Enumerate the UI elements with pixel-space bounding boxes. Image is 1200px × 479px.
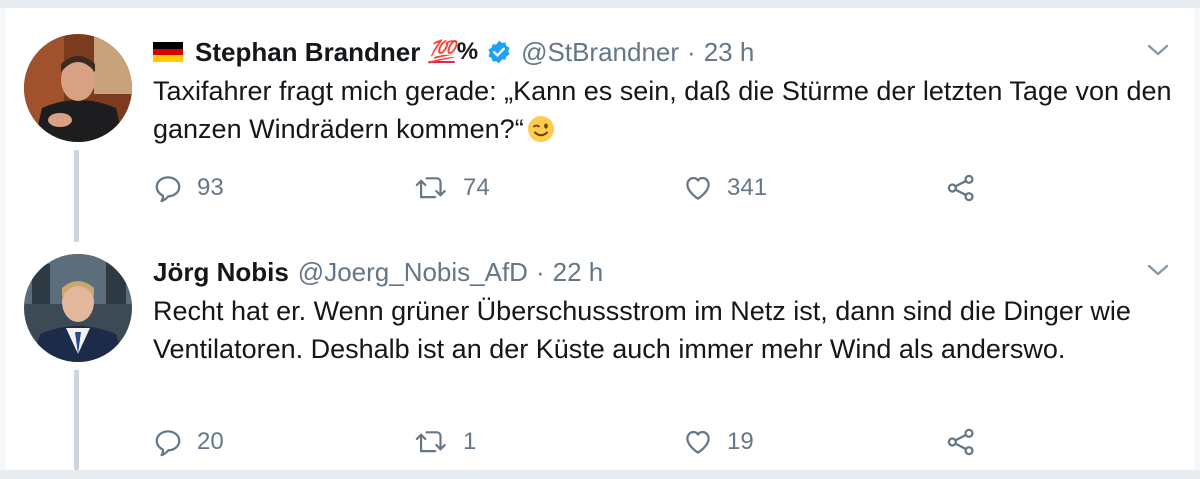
share-icon: [947, 174, 974, 202]
retweet-button[interactable]: 74: [415, 168, 490, 208]
tweet-header: Stephan Brandner 💯 % @StBrandner · 23 h: [153, 34, 754, 70]
reply-icon: [155, 430, 181, 457]
timestamp[interactable]: 23 h: [704, 37, 755, 68]
chevron-down-icon[interactable]: [1146, 40, 1170, 60]
retweet-icon: [415, 177, 446, 199]
reply-count: 93: [197, 174, 224, 201]
left-edge: [0, 8, 6, 470]
tweet-text: Recht hat er. Wenn grüner Überschussstro…: [153, 292, 1173, 368]
heart-icon: [686, 430, 710, 454]
separator: ·: [535, 256, 545, 287]
avatar[interactable]: [24, 254, 132, 362]
right-edge: [1194, 8, 1200, 470]
handle[interactable]: @StBrandner: [521, 37, 679, 68]
tweet-text: Taxifahrer fragt mich gerade: „Kann es s…: [153, 72, 1173, 148]
like-count: 19: [727, 428, 754, 455]
separator: ·: [687, 36, 696, 67]
like-button[interactable]: 341: [683, 168, 767, 208]
timestamp[interactable]: 22 h: [553, 257, 604, 288]
retweet-icon: [415, 431, 446, 453]
display-name[interactable]: Jörg Nobis: [153, 257, 289, 288]
tweet-header: Jörg Nobis @Joerg_Nobis_AfD · 22 h: [153, 254, 603, 290]
german-flag-icon: [153, 42, 183, 63]
avatar[interactable]: [24, 34, 132, 142]
bottom-divider: [0, 470, 1200, 479]
tweet-text-content: Taxifahrer fragt mich gerade: „Kann es s…: [153, 76, 1172, 144]
thread-line: [74, 150, 79, 242]
top-divider: [0, 0, 1200, 8]
tweet-actions: 20 1 19: [153, 422, 1003, 462]
retweet-button[interactable]: 1: [415, 422, 476, 462]
like-button[interactable]: 19: [683, 422, 754, 462]
winking-face-icon: [527, 115, 555, 143]
share-button[interactable]: [945, 168, 991, 208]
share-icon: [947, 428, 974, 456]
heart-icon: [686, 176, 710, 200]
name-suffix: %: [456, 38, 479, 65]
reply-icon: [155, 176, 181, 203]
like-count: 341: [727, 174, 768, 201]
thread-line: [74, 370, 79, 470]
chevron-down-icon[interactable]: [1146, 260, 1170, 280]
retweet-count: 74: [463, 174, 490, 201]
reply-button[interactable]: 93: [153, 168, 224, 208]
reply-count: 20: [197, 428, 224, 455]
verified-badge-icon: [486, 39, 512, 65]
retweet-count: 1: [463, 428, 477, 455]
handle[interactable]: @Joerg_Nobis_AfD: [298, 257, 528, 288]
display-name[interactable]: Stephan Brandner: [195, 37, 420, 68]
reply-button[interactable]: 20: [153, 422, 224, 462]
tweet-actions: 93 74 341: [153, 168, 1003, 208]
hundred-points-icon: 💯: [428, 39, 455, 64]
tweet-text-content: Recht hat er. Wenn grüner Überschussstro…: [153, 296, 1131, 364]
share-button[interactable]: [945, 422, 991, 462]
